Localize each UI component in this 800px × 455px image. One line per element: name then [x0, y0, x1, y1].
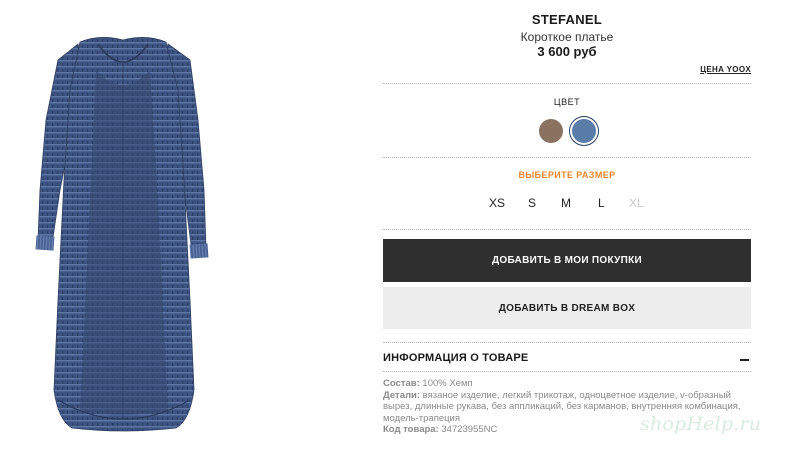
code-value: 34723955NC [441, 424, 498, 435]
code-label: Код товара: [383, 424, 439, 435]
color-label: ЦВЕТ [553, 97, 581, 107]
divider [383, 229, 751, 230]
size-option-m[interactable]: M [561, 196, 571, 210]
color-swatch-brown[interactable] [539, 119, 563, 143]
product-image[interactable] [0, 0, 300, 455]
product-name: Короткое платье [520, 30, 614, 44]
divider [383, 83, 751, 84]
watermark: shopHelp.ru [640, 413, 762, 435]
product-info-title[interactable]: ИНФОРМАЦИЯ О ТОВАРЕ [383, 352, 528, 364]
composition-value: 100% Хемп [422, 378, 473, 389]
divider [383, 157, 751, 158]
composition-row: Состав: 100% Хемп [383, 378, 745, 390]
add-to-dreambox-button[interactable]: ДОБАВИТЬ В DREAM BOX [383, 287, 751, 329]
size-option-xl: XL [629, 196, 644, 210]
divider [383, 371, 751, 372]
dress-illustration [35, 37, 209, 432]
add-to-cart-button[interactable]: ДОБАВИТЬ В МОИ ПОКУПКИ [383, 239, 751, 282]
details-label: Детали: [383, 389, 421, 401]
price-note-link[interactable]: ЦЕНА YOOX [700, 65, 751, 74]
divider [383, 342, 751, 343]
size-option-s[interactable]: S [528, 196, 536, 210]
product-price: 3 600 руб [537, 44, 597, 59]
size-selector: XS S M L XL [478, 196, 653, 212]
collapse-icon[interactable] [740, 353, 749, 367]
select-size-label: ВЫБЕРИТЕ РАЗМЕР [518, 170, 616, 180]
size-option-l[interactable]: L [598, 196, 605, 210]
color-swatch-blue-selected[interactable] [572, 119, 596, 143]
brand-name[interactable]: STEFANEL [383, 12, 751, 27]
composition-label: Состав: [383, 378, 420, 389]
size-option-xs[interactable]: XS [489, 196, 505, 210]
